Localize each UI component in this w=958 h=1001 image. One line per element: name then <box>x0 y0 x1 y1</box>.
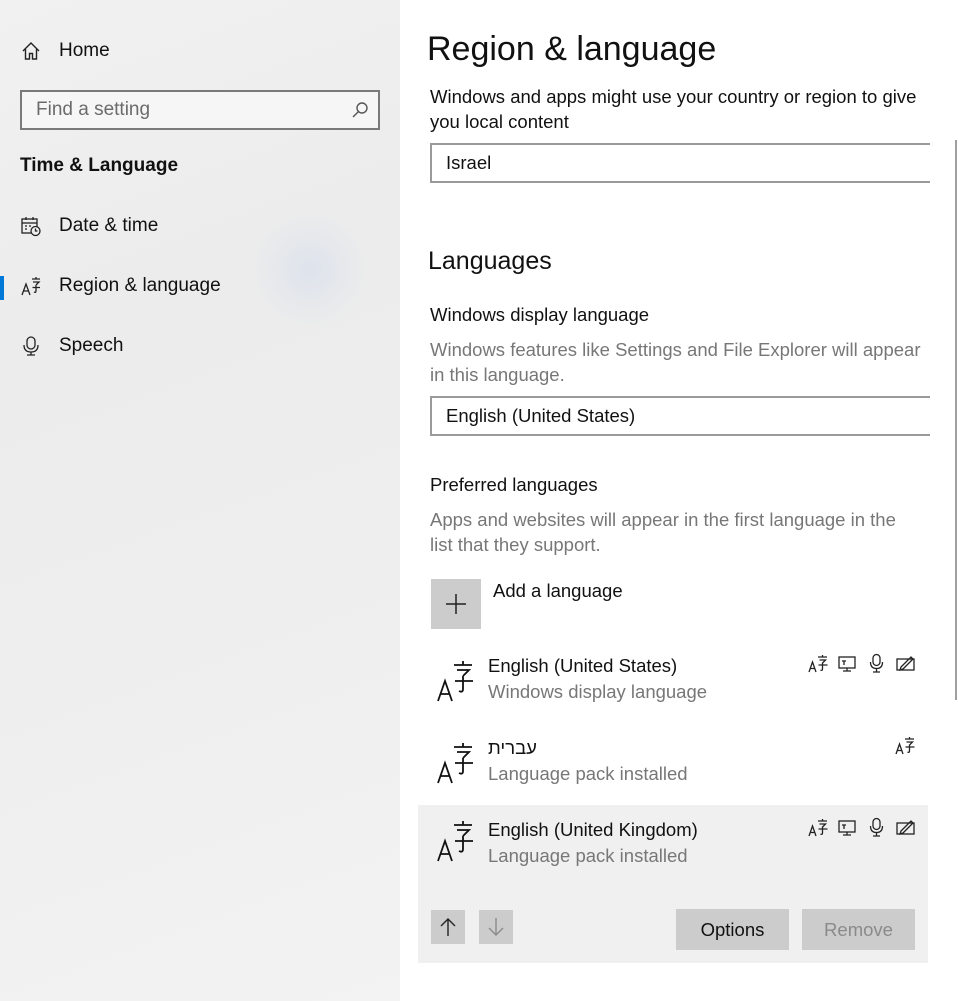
options-button[interactable]: Options <box>676 909 789 950</box>
sidebar-item-region-language[interactable]: Region & language <box>0 264 400 308</box>
home-label: Home <box>59 40 110 61</box>
language-item-english-uk[interactable]: English (United Kingdom) Language pack i… <box>418 805 928 963</box>
sidebar-item-speech[interactable]: Speech <box>0 324 400 368</box>
display-language-label: Windows display language <box>430 304 650 325</box>
language-status: Language pack installed <box>488 763 688 784</box>
add-language-label[interactable]: Add a language <box>493 580 623 602</box>
arrow-down-icon <box>488 918 504 936</box>
search-icon[interactable] <box>350 100 370 120</box>
language-icon <box>436 659 476 703</box>
display-language-icon <box>895 737 915 755</box>
home-nav-item[interactable]: Home <box>0 29 400 73</box>
sidebar-item-label: Date & time <box>59 215 159 236</box>
language-item-hebrew[interactable]: עברית Language pack installed <box>418 727 928 807</box>
main-content: Region & language Windows and apps might… <box>400 0 958 1001</box>
move-down-button[interactable] <box>479 910 513 944</box>
section-title: Time & Language <box>20 155 179 176</box>
sidebar-item-label: Region & language <box>59 275 221 296</box>
language-item-english-us[interactable]: English (United States) Windows display … <box>418 645 928 725</box>
sidebar: Home Time & Language Date & time <box>0 0 400 1001</box>
home-icon <box>20 40 42 62</box>
language-status: Windows display language <box>488 681 708 702</box>
display-language-select[interactable]: English (United States) <box>430 396 930 436</box>
search-box[interactable] <box>20 90 380 130</box>
remove-button[interactable]: Remove <box>802 909 915 950</box>
languages-heading: Languages <box>428 247 552 275</box>
speech-recognition-icon <box>869 817 884 837</box>
language-name: English (United Kingdom) <box>488 819 698 840</box>
country-description: Windows and apps might use your country … <box>430 86 917 132</box>
calendar-clock-icon <box>20 215 42 237</box>
plus-icon <box>446 594 466 614</box>
handwriting-icon <box>896 820 915 836</box>
language-icon <box>20 275 42 297</box>
selection-indicator <box>0 276 4 300</box>
page-title: Region & language <box>427 30 717 68</box>
search-input[interactable] <box>22 92 342 128</box>
text-to-speech-icon <box>838 820 856 836</box>
microphone-icon <box>20 335 42 357</box>
display-language-icon <box>808 655 828 673</box>
sidebar-item-date-time[interactable]: Date & time <box>0 204 400 248</box>
language-icon <box>436 819 476 863</box>
speech-recognition-icon <box>869 653 884 673</box>
add-language-button[interactable] <box>431 579 481 629</box>
scrollbar[interactable] <box>955 140 957 700</box>
text-to-speech-icon <box>838 656 856 672</box>
move-up-button[interactable] <box>431 910 465 944</box>
display-language-icon <box>808 819 828 837</box>
language-status: Language pack installed <box>488 845 688 866</box>
language-name: עברית <box>488 737 537 758</box>
language-icon <box>436 741 476 785</box>
country-select[interactable]: Israel <box>430 143 930 183</box>
sidebar-item-label: Speech <box>59 335 124 356</box>
arrow-up-icon <box>440 918 456 936</box>
preferred-languages-description: Apps and websites will appear in the fir… <box>430 509 896 555</box>
preferred-languages-label: Preferred languages <box>430 474 598 495</box>
language-name: English (United States) <box>488 655 678 676</box>
display-language-description: Windows features like Settings and File … <box>430 339 921 385</box>
handwriting-icon <box>896 656 915 672</box>
